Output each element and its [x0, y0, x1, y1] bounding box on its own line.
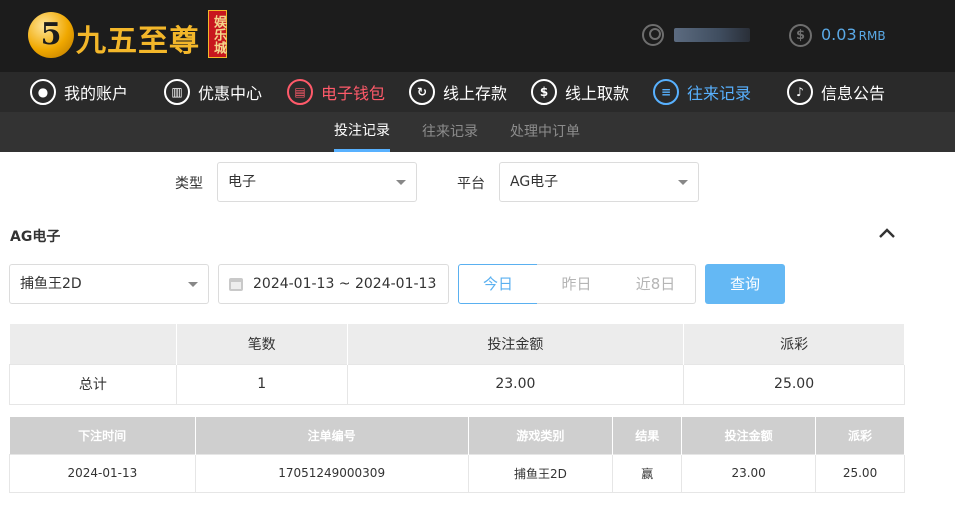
record-icon: ≡	[653, 79, 679, 105]
chevron-down-icon	[678, 180, 688, 185]
result-cell: 赢	[612, 453, 683, 493]
user-icon[interactable]	[642, 24, 664, 46]
nav-label: 线上存款	[443, 84, 508, 103]
summary-header	[9, 324, 177, 364]
chevron-up-icon[interactable]	[878, 224, 896, 242]
gift-icon: ▥	[164, 79, 190, 105]
game-type-cell: 捕鱼王2D	[467, 453, 614, 493]
query-button[interactable]: 查询	[705, 264, 785, 304]
payout-cell: 25.00	[815, 453, 905, 493]
balance-value: 0.03	[821, 25, 857, 44]
brand-name: 九五至尊	[76, 24, 200, 59]
summary-header-row: 笔数 投注金额 派彩	[9, 324, 905, 364]
nav-label: 线上取款	[565, 84, 630, 103]
bell-icon: ♪	[787, 79, 813, 105]
date-range-input[interactable]: 2024-01-13 ~ 2024-01-13	[218, 264, 449, 304]
logo-mark-icon: 5	[28, 12, 74, 58]
detail-header: 派彩	[815, 417, 905, 454]
nav-online-deposit[interactable]: ↻ 线上存款	[409, 72, 507, 112]
brand-logo[interactable]: 5 九五至尊 娱乐城	[28, 10, 228, 62]
summary-cell: 总计	[9, 363, 177, 405]
nav-label: 电子钱包	[321, 84, 386, 103]
dollar-icon: $	[789, 24, 812, 47]
game-select-value: 捕鱼王2D	[20, 276, 82, 292]
bet-amount-cell: 23.00	[681, 453, 817, 493]
date-range-value: 2024-01-13 ~ 2024-01-13	[253, 276, 437, 292]
bet-id-cell: 17051249000309	[194, 453, 469, 493]
chevron-down-icon	[188, 282, 198, 287]
table-row: 2024-01-13 17051249000309 捕鱼王2D 赢 23.00 …	[9, 453, 905, 493]
summary-header: 投注金额	[347, 324, 685, 364]
nav-transaction-records[interactable]: ≡ 往来记录	[653, 72, 751, 112]
today-button[interactable]: 今日	[458, 264, 538, 304]
nav-announcements[interactable]: ♪ 信息公告	[787, 72, 885, 112]
summary-cell: 23.00	[346, 363, 685, 405]
platform-select-value: AG电子	[510, 174, 559, 190]
summary-header: 派彩	[683, 324, 905, 364]
detail-header: 结果	[612, 417, 683, 454]
chevron-down-icon	[396, 180, 406, 185]
nav-label: 我的账户	[64, 84, 129, 103]
section-title: AG电子	[10, 229, 61, 245]
yesterday-button[interactable]: 昨日	[537, 264, 617, 304]
tab-transaction-records[interactable]: 往来记录	[422, 112, 478, 152]
type-label: 类型	[175, 176, 203, 192]
platform-label: 平台	[457, 176, 485, 192]
platform-select[interactable]: AG电子	[499, 162, 699, 202]
type-select[interactable]: 电子	[217, 162, 417, 202]
balance-unit: RMB	[858, 29, 886, 43]
bet-detail-table: 下注时间 注单编号 游戏类别 结果 投注金额 派彩 2024-01-13 170…	[9, 417, 905, 493]
summary-header: 笔数	[176, 324, 348, 364]
username-masked	[674, 28, 750, 42]
game-select[interactable]: 捕鱼王2D	[9, 264, 209, 304]
detail-header: 游戏类别	[468, 417, 614, 454]
detail-header: 投注金额	[681, 417, 817, 454]
withdraw-icon: $	[531, 79, 557, 105]
tab-bet-records[interactable]: 投注记录	[334, 112, 390, 152]
type-select-value: 电子	[228, 174, 256, 190]
last-8-days-button[interactable]: 近8日	[616, 264, 696, 304]
account-balance: 0.03 RMB	[821, 25, 886, 44]
summary-cell: 1	[175, 363, 348, 405]
nav-e-wallet[interactable]: ▤ 电子钱包	[287, 72, 385, 112]
summary-table: 笔数 投注金额 派彩 总计 1 23.00 25.00	[9, 324, 905, 405]
detail-header: 注单编号	[195, 417, 469, 454]
brand-tag: 娱乐城	[208, 10, 227, 58]
nav-online-withdraw[interactable]: $ 线上取款	[531, 72, 629, 112]
nav-label: 优惠中心	[198, 84, 263, 103]
bet-time-cell: 2024-01-13	[9, 453, 196, 493]
nav-my-account[interactable]: ● 我的账户	[30, 72, 128, 112]
nav-label: 信息公告	[821, 84, 886, 103]
main-nav: ● 我的账户 ▥ 优惠中心 ▤ 电子钱包 ↻ 线上存款 $ 线上取款 ≡ 往来记…	[0, 72, 955, 112]
summary-cell: 25.00	[683, 363, 905, 405]
wallet-icon: ▤	[287, 79, 313, 105]
summary-total-row: 总计 1 23.00 25.00	[9, 363, 905, 405]
detail-header-row: 下注时间 注单编号 游戏类别 结果 投注金额 派彩	[9, 417, 905, 454]
deposit-icon: ↻	[409, 79, 435, 105]
user-icon: ●	[30, 79, 56, 105]
nav-label: 往来记录	[687, 84, 752, 103]
nav-promotions[interactable]: ▥ 优惠中心	[164, 72, 262, 112]
detail-header: 下注时间	[9, 417, 196, 454]
sub-nav: 投注记录 往来记录 处理中订单	[0, 112, 955, 152]
top-header: 5 九五至尊 娱乐城 $ 0.03 RMB	[0, 0, 955, 72]
calendar-icon	[229, 278, 243, 291]
tab-pending-orders[interactable]: 处理中订单	[510, 112, 580, 152]
